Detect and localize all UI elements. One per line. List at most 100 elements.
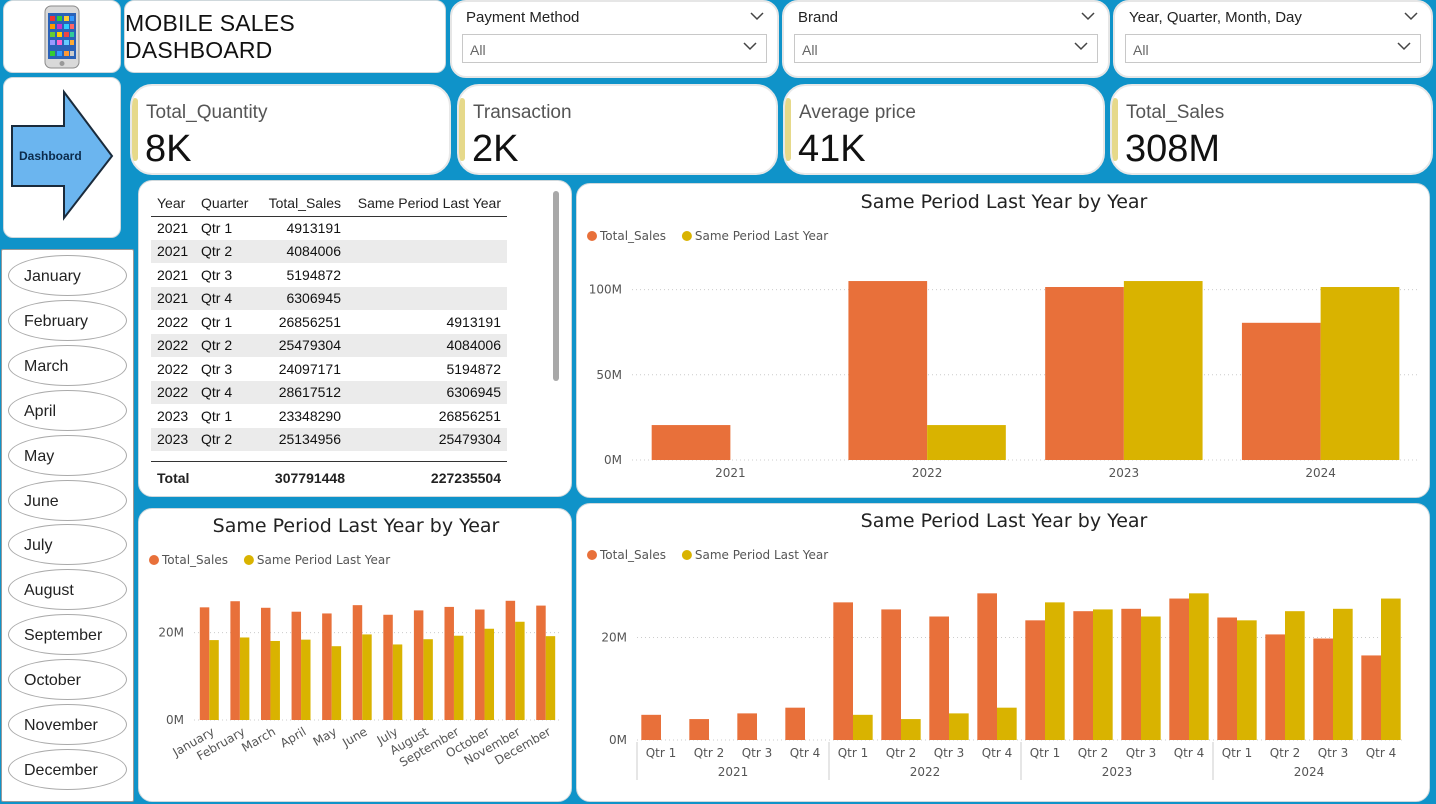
- bar-same-period-last-year[interactable]: [545, 636, 556, 720]
- bar-total-sales[interactable]: [977, 593, 997, 740]
- bar-total-sales[interactable]: [230, 601, 240, 720]
- legend-label[interactable]: Total_Sales: [599, 229, 666, 243]
- month-button-february[interactable]: February: [8, 299, 127, 341]
- bar-total-sales[interactable]: [1265, 634, 1285, 740]
- month-button-july[interactable]: July: [8, 524, 127, 566]
- bar-total-sales[interactable]: [291, 611, 302, 720]
- bar-same-period-last-year[interactable]: [453, 635, 464, 720]
- bar-same-period-last-year[interactable]: [484, 628, 495, 720]
- bar-same-period-last-year[interactable]: [927, 425, 1006, 460]
- bar-same-period-last-year[interactable]: [1237, 620, 1257, 740]
- bar-total-sales[interactable]: [1025, 620, 1045, 740]
- bar-same-period-last-year[interactable]: [239, 637, 250, 720]
- table-row[interactable]: 2022 Qtr 2 25479304 4084006: [151, 333, 507, 357]
- brand-slicer[interactable]: Brand All: [782, 0, 1110, 78]
- legend-label[interactable]: Same Period Last Year: [695, 229, 828, 243]
- bar-same-period-last-year[interactable]: [1045, 602, 1065, 740]
- bar-total-sales[interactable]: [737, 713, 757, 740]
- chevron-down-icon[interactable]: [1080, 8, 1096, 27]
- column-header-quarter[interactable]: Quarter: [195, 191, 255, 217]
- month-button-september[interactable]: September: [8, 614, 127, 656]
- bar-total-sales[interactable]: [322, 613, 332, 720]
- table-row[interactable]: 2022 Qtr 1 26856251 4913191: [151, 310, 507, 334]
- bar-same-period-last-year[interactable]: [997, 707, 1017, 740]
- bar-same-period-last-year[interactable]: [949, 713, 969, 740]
- table-row[interactable]: 2023 Qtr 2 25134956 25479304: [151, 427, 507, 451]
- bar-same-period-last-year[interactable]: [1123, 281, 1203, 460]
- bar-same-period-last-year[interactable]: [1141, 616, 1161, 740]
- month-button-august[interactable]: August: [8, 569, 127, 611]
- table-scrollbar[interactable]: [553, 191, 559, 381]
- column-header-same-period-last-year[interactable]: Same Period Last Year: [347, 191, 507, 217]
- bar-same-period-last-year[interactable]: [362, 634, 372, 720]
- table-row[interactable]: 2023 Qtr 1 23348290 26856251: [151, 404, 507, 428]
- bar-total-sales[interactable]: [199, 607, 210, 720]
- bar-total-sales[interactable]: [505, 600, 516, 720]
- column-header-year[interactable]: Year: [151, 191, 195, 217]
- month-button-june[interactable]: June: [8, 479, 127, 521]
- brand-dropdown[interactable]: All: [794, 34, 1098, 63]
- bar-total-sales[interactable]: [1313, 638, 1333, 740]
- table-row[interactable]: 2021 Qtr 2 4084006: [151, 239, 507, 263]
- bar-same-period-last-year[interactable]: [853, 714, 873, 740]
- legend-label[interactable]: Total_Sales: [161, 553, 228, 567]
- bar-total-sales[interactable]: [1121, 608, 1141, 740]
- bar-total-sales[interactable]: [475, 609, 485, 720]
- month-button-october[interactable]: October: [8, 659, 127, 701]
- table-row[interactable]: 2021 Qtr 1 4913191: [151, 216, 507, 240]
- legend-label[interactable]: Same Period Last Year: [257, 553, 390, 567]
- payment-method-slicer[interactable]: Payment Method All: [450, 0, 779, 78]
- chevron-down-icon[interactable]: [1403, 8, 1419, 27]
- table-row[interactable]: 2022 Qtr 3 24097171 5194872: [151, 357, 507, 381]
- bar-total-sales[interactable]: [848, 281, 928, 460]
- month-button-december[interactable]: December: [8, 748, 127, 790]
- bar-same-period-last-year[interactable]: [515, 621, 525, 720]
- bar-total-sales[interactable]: [383, 614, 393, 720]
- bar-total-sales[interactable]: [1217, 617, 1237, 740]
- bar-total-sales[interactable]: [1241, 322, 1321, 460]
- bar-total-sales[interactable]: [833, 602, 853, 740]
- bar-total-sales[interactable]: [536, 605, 546, 720]
- bar-same-period-last-year[interactable]: [1285, 611, 1305, 740]
- date-hierarchy-slicer[interactable]: Year, Quarter, Month, Day All: [1113, 0, 1433, 78]
- bar-total-sales[interactable]: [689, 719, 709, 740]
- bar-same-period-last-year[interactable]: [331, 646, 342, 720]
- bar-total-sales[interactable]: [1073, 611, 1093, 740]
- date-hierarchy-dropdown[interactable]: All: [1125, 34, 1421, 63]
- bar-total-sales[interactable]: [413, 610, 424, 720]
- table-row[interactable]: 2022 Qtr 4 28617512 6306945: [151, 380, 507, 404]
- bar-same-period-last-year[interactable]: [1189, 593, 1209, 740]
- bar-same-period-last-year[interactable]: [392, 644, 403, 720]
- column-header-total-sales[interactable]: Total_Sales: [255, 191, 347, 217]
- bar-same-period-last-year[interactable]: [1320, 287, 1400, 460]
- table-row[interactable]: 2021 Qtr 3 5194872: [151, 263, 507, 287]
- dashboard-nav-button[interactable]: Dashboard: [3, 77, 121, 238]
- month-button-november[interactable]: November: [8, 704, 127, 745]
- bar-total-sales[interactable]: [881, 609, 901, 740]
- bar-same-period-last-year[interactable]: [423, 639, 433, 720]
- bar-total-sales[interactable]: [1045, 287, 1124, 460]
- bar-total-sales[interactable]: [651, 425, 731, 460]
- bar-same-period-last-year[interactable]: [301, 639, 311, 720]
- bar-total-sales[interactable]: [929, 616, 949, 740]
- month-button-march[interactable]: March: [8, 344, 127, 386]
- bar-total-sales[interactable]: [352, 605, 363, 720]
- month-button-may[interactable]: May: [8, 434, 127, 476]
- bar-same-period-last-year[interactable]: [1093, 609, 1113, 740]
- bar-total-sales[interactable]: [1361, 655, 1381, 740]
- legend-label[interactable]: Total_Sales: [599, 548, 666, 562]
- legend-label[interactable]: Same Period Last Year: [695, 548, 828, 562]
- chevron-down-icon[interactable]: [749, 8, 765, 27]
- bar-total-sales[interactable]: [260, 607, 271, 720]
- bar-same-period-last-year[interactable]: [901, 719, 921, 740]
- bar-total-sales[interactable]: [1169, 598, 1189, 740]
- bar-total-sales[interactable]: [641, 714, 661, 740]
- bar-same-period-last-year[interactable]: [1381, 598, 1401, 740]
- bar-same-period-last-year[interactable]: [270, 640, 280, 720]
- bar-total-sales[interactable]: [785, 707, 805, 740]
- payment-method-dropdown[interactable]: All: [462, 34, 767, 63]
- month-button-april[interactable]: April: [8, 389, 127, 431]
- table-row[interactable]: 2021 Qtr 4 6306945: [151, 286, 507, 310]
- month-button-january[interactable]: January: [8, 255, 127, 296]
- bar-same-period-last-year[interactable]: [209, 640, 219, 720]
